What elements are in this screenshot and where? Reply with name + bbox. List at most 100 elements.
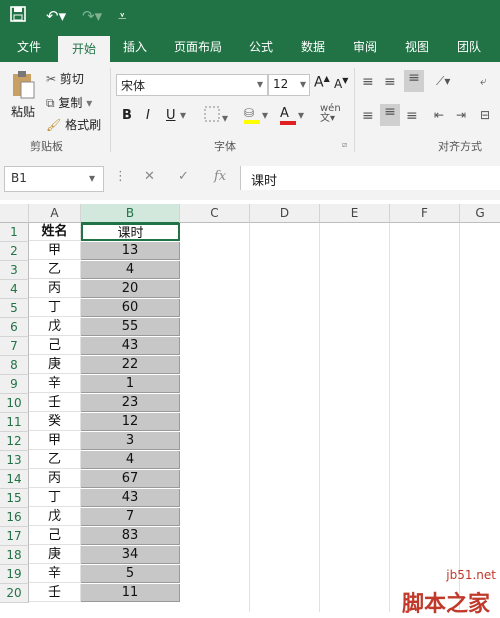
name-box[interactable]: B1 ▾: [4, 166, 104, 192]
tab-view[interactable]: 视图: [394, 32, 440, 62]
cell-b[interactable]: 20: [81, 280, 180, 298]
font-dialog-launcher-icon[interactable]: ⧄: [342, 140, 347, 150]
cell-b[interactable]: 34: [81, 546, 180, 564]
cell-a[interactable]: 甲: [29, 242, 81, 260]
increase-indent-icon[interactable]: ⇥: [456, 108, 466, 122]
cell-b[interactable]: 1: [81, 375, 180, 393]
row-header[interactable]: 14: [0, 470, 29, 489]
cell-b[interactable]: 12: [81, 413, 180, 431]
row-header[interactable]: 3: [0, 261, 29, 280]
cell-a[interactable]: 丙: [29, 470, 81, 488]
tab-insert[interactable]: 插入: [112, 32, 158, 62]
active-cell-b1[interactable]: 课时: [81, 223, 180, 241]
row-header[interactable]: 1: [0, 223, 29, 242]
cell-b[interactable]: 3: [81, 432, 180, 450]
cell-b[interactable]: 22: [81, 356, 180, 374]
align-right-icon[interactable]: ≡: [406, 108, 418, 124]
underline-button[interactable]: U: [166, 108, 176, 123]
cell-a[interactable]: 戊: [29, 508, 81, 526]
row-header[interactable]: 13: [0, 451, 29, 470]
column-header-g[interactable]: G: [460, 204, 500, 223]
insert-function-icon[interactable]: fx: [214, 169, 226, 184]
font-size-select[interactable]: 12 ▾: [268, 74, 310, 96]
cell-a[interactable]: 庚: [29, 356, 81, 374]
row-header[interactable]: 16: [0, 508, 29, 527]
align-center-icon[interactable]: ≡: [380, 104, 400, 126]
cell-b[interactable]: 43: [81, 489, 180, 507]
row-header[interactable]: 8: [0, 356, 29, 375]
enter-icon[interactable]: ✓: [178, 169, 189, 184]
column-header-a[interactable]: A: [29, 204, 81, 223]
cut-button[interactable]: ✂ 剪切: [46, 70, 84, 87]
cell-a[interactable]: 壬: [29, 584, 81, 602]
tab-team[interactable]: 团队: [446, 32, 492, 62]
tab-formulas[interactable]: 公式: [238, 32, 284, 62]
cell-a[interactable]: 丁: [29, 489, 81, 507]
chevron-down-icon[interactable]: ▾: [298, 108, 304, 122]
cell-b[interactable]: 11: [81, 584, 180, 602]
column-header-e[interactable]: E: [320, 204, 390, 223]
tab-data[interactable]: 数据: [290, 32, 336, 62]
chevron-down-icon[interactable]: ▾: [262, 108, 268, 122]
select-all-corner[interactable]: [0, 204, 29, 223]
customize-quick-access-icon[interactable]: ⩡: [118, 6, 126, 26]
chevron-down-icon[interactable]: ▾: [180, 108, 186, 122]
save-icon[interactable]: [10, 6, 26, 27]
cell-b[interactable]: 43: [81, 337, 180, 355]
row-header[interactable]: 5: [0, 299, 29, 318]
borders-icon[interactable]: ▾: [204, 106, 228, 125]
formula-input[interactable]: 课时: [240, 166, 500, 190]
cell-b[interactable]: 55: [81, 318, 180, 336]
cell-a[interactable]: 甲: [29, 432, 81, 450]
row-header[interactable]: 7: [0, 337, 29, 356]
cell-a[interactable]: 辛: [29, 375, 81, 393]
cell-b[interactable]: 23: [81, 394, 180, 412]
column-header-f[interactable]: F: [390, 204, 460, 223]
wrap-text-icon[interactable]: ⤶: [480, 74, 487, 89]
column-header-d[interactable]: D: [250, 204, 320, 223]
cell-b[interactable]: 7: [81, 508, 180, 526]
cell-a[interactable]: 乙: [29, 451, 81, 469]
cell-a[interactable]: 丁: [29, 299, 81, 317]
column-header-c[interactable]: C: [180, 204, 250, 223]
cell-a[interactable]: 乙: [29, 261, 81, 279]
font-color-icon[interactable]: A: [280, 106, 296, 125]
align-middle-icon[interactable]: ≡: [384, 74, 396, 90]
phonetic-guide-icon[interactable]: wén 文▾: [320, 104, 341, 124]
cell-b[interactable]: 60: [81, 299, 180, 317]
cell-b[interactable]: 4: [81, 451, 180, 469]
tab-page-layout[interactable]: 页面布局: [166, 32, 230, 62]
merge-center-icon[interactable]: ⊟: [480, 108, 490, 122]
row-header[interactable]: 20: [0, 584, 29, 603]
cell-a[interactable]: 己: [29, 337, 81, 355]
row-header[interactable]: 19: [0, 565, 29, 584]
row-header[interactable]: 18: [0, 546, 29, 565]
font-name-select[interactable]: 宋体 ▾: [116, 74, 268, 96]
column-header-b[interactable]: B: [81, 204, 180, 224]
italic-button[interactable]: I: [146, 108, 150, 123]
row-header[interactable]: 11: [0, 413, 29, 432]
cell-b[interactable]: 5: [81, 565, 180, 583]
bold-button[interactable]: B: [122, 108, 132, 123]
cell-a[interactable]: 壬: [29, 394, 81, 412]
cell-a[interactable]: 戊: [29, 318, 81, 336]
tab-file[interactable]: 文件: [6, 32, 52, 62]
align-left-icon[interactable]: ≡: [362, 108, 374, 124]
cell-a[interactable]: 丙: [29, 280, 81, 298]
row-header[interactable]: 10: [0, 394, 29, 413]
increase-font-size-icon[interactable]: A▲: [314, 74, 330, 91]
cancel-icon[interactable]: ✕: [144, 169, 155, 184]
cell-a[interactable]: 姓名: [29, 223, 81, 241]
cell-b[interactable]: 83: [81, 527, 180, 545]
row-header[interactable]: 12: [0, 432, 29, 451]
cell-a[interactable]: 己: [29, 527, 81, 545]
copy-button[interactable]: ⧉ 复制 ▾: [46, 94, 92, 111]
row-header[interactable]: 2: [0, 242, 29, 261]
row-header[interactable]: 17: [0, 527, 29, 546]
tab-review[interactable]: 审阅: [342, 32, 388, 62]
decrease-font-size-icon[interactable]: A▼: [334, 76, 348, 91]
paste-button[interactable]: 粘贴: [8, 70, 38, 126]
row-header[interactable]: 9: [0, 375, 29, 394]
fill-color-icon[interactable]: ⛁: [244, 106, 260, 124]
cell-a[interactable]: 辛: [29, 565, 81, 583]
